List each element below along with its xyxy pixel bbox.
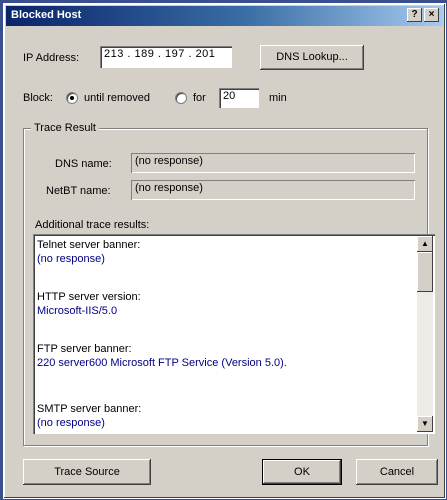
netbt-name-label: NetBT name:: [46, 185, 111, 197]
ip-address-label: IP Address:: [23, 52, 80, 64]
cancel-button[interactable]: Cancel: [356, 459, 438, 485]
for-radio[interactable]: [175, 92, 187, 104]
list-item: SMTP server banner: (no response): [37, 402, 411, 430]
entry-value: Microsoft-IIS/5.0: [37, 305, 118, 317]
list-item: Telnet server banner: (no response): [37, 238, 411, 266]
arrow-down-icon: ▼: [421, 419, 429, 428]
ip-address-field[interactable]: 213 . 189 . 197 . 201: [100, 46, 232, 68]
radio-selected-dot: [70, 96, 74, 100]
for-label[interactable]: for: [193, 92, 206, 104]
scroll-down-button[interactable]: ▼: [417, 416, 433, 432]
scroll-up-button[interactable]: ▲: [417, 236, 433, 252]
dns-name-label: DNS name:: [55, 158, 112, 170]
close-button[interactable]: ×: [424, 8, 439, 22]
additional-trace-listbox[interactable]: Telnet server banner: (no response) HTTP…: [33, 234, 435, 434]
title-bar[interactable]: Blocked Host ? ×: [6, 6, 443, 26]
trace-source-button[interactable]: Trace Source: [23, 459, 151, 485]
block-label: Block:: [23, 92, 53, 104]
entry-value: 220 server600 Microsoft FTP Service (Ver…: [37, 357, 287, 369]
scroll-thumb[interactable]: [417, 252, 433, 292]
blocked-host-dialog: Blocked Host ? × IP Address: 213 . 189 .…: [3, 3, 446, 499]
entry-key: SMTP server banner:: [37, 403, 142, 415]
entry-key: HTTP server version:: [37, 291, 141, 303]
vertical-scrollbar[interactable]: ▲ ▼: [417, 236, 433, 432]
help-button[interactable]: ?: [407, 8, 422, 22]
trace-result-title: Trace Result: [31, 122, 99, 134]
list-item: HTTP server version: Microsoft-IIS/5.0: [37, 290, 411, 318]
until-removed-radio[interactable]: [66, 92, 78, 104]
dns-name-value: (no response): [131, 153, 415, 173]
dns-lookup-button[interactable]: DNS Lookup...: [260, 45, 364, 70]
ok-button[interactable]: OK: [262, 459, 342, 485]
close-icon: ×: [428, 9, 435, 20]
entry-key: FTP server banner:: [37, 343, 132, 355]
until-removed-label[interactable]: until removed: [84, 92, 150, 104]
additional-trace-label: Additional trace results:: [35, 219, 150, 231]
minutes-field[interactable]: 20: [219, 88, 259, 108]
minutes-unit-label: min: [269, 92, 287, 104]
entry-value: (no response): [37, 417, 105, 429]
help-icon: ?: [411, 9, 418, 20]
entry-value: (no response): [37, 253, 105, 265]
netbt-name-value: (no response): [131, 180, 415, 200]
entry-key: Telnet server banner:: [37, 239, 141, 251]
arrow-up-icon: ▲: [421, 239, 429, 248]
window-title: Blocked Host: [11, 9, 82, 21]
list-item: FTP server banner: 220 server600 Microso…: [37, 342, 411, 370]
